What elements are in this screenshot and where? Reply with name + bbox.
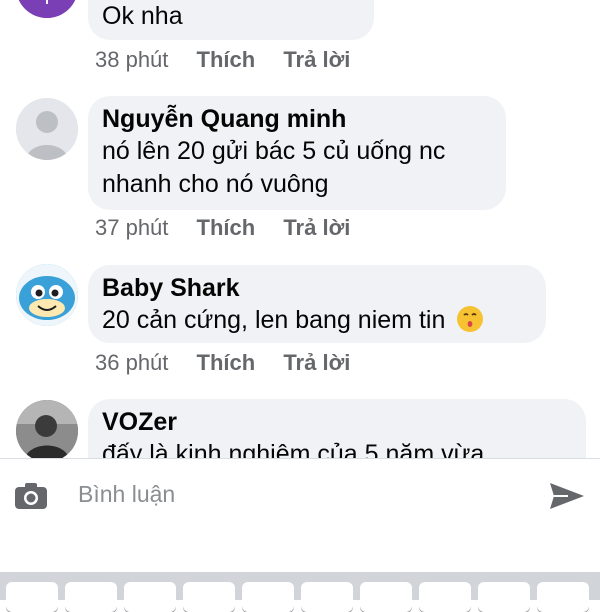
like-button[interactable]: Thích [197, 215, 256, 240]
keyboard-key[interactable] [537, 582, 589, 612]
svg-text:T: T [41, 0, 53, 9]
kissing-face-emoji-icon [457, 306, 484, 332]
comment-time: 38 phút [95, 47, 169, 72]
comment-text-line: 20 cản cứng, len bang niem tin [102, 304, 530, 337]
comment-text-line: Ok nha [102, 2, 183, 30]
comment-author[interactable]: Baby Shark [102, 273, 530, 304]
comment-bubble[interactable]: Baby Shark 20 cản cứng, len bang niem ti… [88, 265, 546, 343]
comment-time: 36 phút [95, 350, 169, 375]
keyboard-key[interactable] [301, 582, 353, 612]
keyboard-key[interactable] [183, 582, 235, 612]
comment-bubble[interactable]: Ok nha [88, 0, 374, 40]
reply-button[interactable]: Trả lời [283, 350, 350, 375]
send-icon[interactable] [548, 481, 586, 511]
keyboard-key[interactable] [242, 582, 294, 612]
comment-author[interactable]: VOZer [102, 407, 570, 438]
comment-text: 20 cản cứng, len bang niem tin [102, 306, 446, 334]
baby-shark-avatar-icon [16, 264, 78, 326]
keyboard-key[interactable] [6, 582, 58, 612]
comment-text-line: nhanh cho nó vuông [102, 170, 329, 198]
avatar[interactable] [16, 98, 78, 160]
avatar[interactable] [16, 264, 78, 326]
comment-time: 37 phút [95, 215, 169, 240]
comment-meta: 36 phút Thích Trả lời [95, 350, 372, 376]
comment-composer [0, 458, 600, 529]
comment-input[interactable] [76, 473, 520, 515]
default-profile-icon [16, 98, 78, 160]
comment-text-line: nó lên 20 gửi bác 5 củ uống nc [102, 137, 446, 165]
purple-avatar-icon: T [16, 0, 78, 18]
keyboard-key[interactable] [124, 582, 176, 612]
photo-avatar-icon [16, 400, 78, 458]
like-button[interactable]: Thích [197, 350, 256, 375]
keyboard-key[interactable] [360, 582, 412, 612]
comment-meta: 37 phút Thích Trả lời [95, 215, 372, 241]
keyboard-key[interactable] [419, 582, 471, 612]
like-button[interactable]: Thích [197, 47, 256, 72]
comment-bubble[interactable]: Nguyễn Quang minh nó lên 20 gửi bác 5 củ… [88, 96, 506, 210]
reply-button[interactable]: Trả lời [283, 215, 350, 240]
keyboard-area [0, 572, 600, 612]
keyboard-key[interactable] [478, 582, 530, 612]
comment-meta: 38 phút Thích Trả lời [95, 47, 372, 73]
comment-text-line: đấy là kinh nghiệm của 5 năm vừa [102, 440, 485, 458]
comment-thread: T Ok nha 38 phút Thích Trả lời Nguyễn Qu… [0, 0, 600, 458]
avatar[interactable] [16, 400, 78, 458]
camera-icon[interactable] [14, 481, 48, 511]
comment-bubble[interactable]: VOZer đấy là kinh nghiệm của 5 năm vừa [88, 399, 586, 458]
comment-author[interactable]: Nguyễn Quang minh [102, 104, 490, 135]
avatar[interactable]: T [16, 0, 78, 18]
keyboard-key[interactable] [65, 582, 117, 612]
reply-button[interactable]: Trả lời [283, 47, 350, 72]
